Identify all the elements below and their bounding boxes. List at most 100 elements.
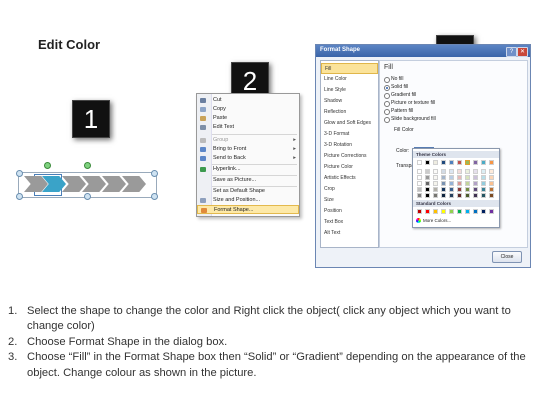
theme-color-swatch[interactable] bbox=[465, 160, 470, 165]
theme-color-swatch[interactable] bbox=[417, 187, 422, 192]
theme-color-swatch[interactable] bbox=[481, 175, 486, 180]
theme-color-swatch[interactable] bbox=[425, 181, 430, 186]
nav-item-artistic-effects[interactable]: Artistic Effects bbox=[321, 173, 378, 184]
theme-color-swatch[interactable] bbox=[465, 181, 470, 186]
theme-color-swatch[interactable] bbox=[417, 175, 422, 180]
theme-color-swatch[interactable] bbox=[489, 187, 494, 192]
theme-color-swatch[interactable] bbox=[417, 181, 422, 186]
theme-color-swatch[interactable] bbox=[489, 181, 494, 186]
theme-color-swatch[interactable] bbox=[481, 187, 486, 192]
theme-color-swatch[interactable] bbox=[465, 193, 470, 198]
theme-color-swatch[interactable] bbox=[473, 193, 478, 198]
nav-item-size[interactable]: Size bbox=[321, 195, 378, 206]
theme-color-swatch[interactable] bbox=[441, 175, 446, 180]
nav-item-reflection[interactable]: Reflection bbox=[321, 107, 378, 118]
menu-item-cut[interactable]: Cut bbox=[197, 96, 299, 105]
theme-color-swatch[interactable] bbox=[433, 169, 438, 174]
theme-color-swatch[interactable] bbox=[457, 175, 462, 180]
theme-color-swatch[interactable] bbox=[433, 175, 438, 180]
menu-item-group[interactable]: Group ▸ bbox=[197, 136, 299, 145]
theme-color-swatch[interactable] bbox=[457, 160, 462, 165]
menu-item-set-default-shape[interactable]: Set as Default Shape bbox=[197, 187, 299, 196]
theme-color-swatch[interactable] bbox=[441, 193, 446, 198]
standard-color-swatch[interactable] bbox=[489, 209, 494, 214]
radio-button[interactable] bbox=[384, 93, 390, 99]
menu-item-edit-text[interactable]: Edit Text bbox=[197, 123, 299, 132]
radio-button[interactable] bbox=[384, 85, 390, 91]
theme-color-swatch[interactable] bbox=[465, 187, 470, 192]
theme-color-swatch[interactable] bbox=[441, 169, 446, 174]
theme-color-swatch[interactable] bbox=[425, 175, 430, 180]
theme-color-swatch[interactable] bbox=[489, 169, 494, 174]
theme-color-swatch[interactable] bbox=[425, 160, 430, 165]
nav-item-position[interactable]: Position bbox=[321, 206, 378, 217]
theme-color-swatch[interactable] bbox=[441, 181, 446, 186]
menu-item-hyperlink[interactable]: Hyperlink... bbox=[197, 165, 299, 174]
resize-handle[interactable] bbox=[84, 193, 91, 200]
theme-color-swatch[interactable] bbox=[457, 193, 462, 198]
menu-item-size-and-position[interactable]: Size and Position... bbox=[197, 196, 299, 205]
help-icon[interactable]: ? bbox=[506, 47, 517, 57]
theme-color-swatch[interactable] bbox=[465, 169, 470, 174]
theme-color-swatch[interactable] bbox=[433, 181, 438, 186]
chevron-shape-group[interactable] bbox=[16, 162, 158, 202]
nav-item-alt-text[interactable]: Alt Text bbox=[321, 228, 378, 239]
theme-color-swatch[interactable] bbox=[457, 181, 462, 186]
nav-item-line-color[interactable]: Line Color bbox=[321, 74, 378, 85]
theme-color-swatch[interactable] bbox=[489, 175, 494, 180]
resize-handle[interactable] bbox=[151, 170, 158, 177]
nav-item-3d-format[interactable]: 3-D Format bbox=[321, 129, 378, 140]
theme-color-swatch[interactable] bbox=[481, 160, 486, 165]
standard-color-swatch[interactable] bbox=[465, 209, 470, 214]
theme-color-swatch[interactable] bbox=[449, 187, 454, 192]
standard-color-swatch[interactable] bbox=[449, 209, 454, 214]
theme-color-swatch[interactable] bbox=[417, 169, 422, 174]
rotation-handle[interactable] bbox=[44, 162, 51, 169]
nav-item-shadow[interactable]: Shadow bbox=[321, 96, 378, 107]
menu-item-format-shape[interactable]: Format Shape... bbox=[197, 205, 299, 214]
theme-color-swatch[interactable] bbox=[441, 160, 446, 165]
menu-item-bring-to-front[interactable]: Bring to Front ▸ bbox=[197, 145, 299, 154]
standard-color-swatch[interactable] bbox=[473, 209, 478, 214]
radio-button[interactable] bbox=[384, 101, 390, 107]
theme-color-swatch[interactable] bbox=[481, 193, 486, 198]
standard-color-swatch[interactable] bbox=[457, 209, 462, 214]
theme-color-swatch[interactable] bbox=[425, 169, 430, 174]
standard-color-swatch[interactable] bbox=[433, 209, 438, 214]
radio-button[interactable] bbox=[384, 117, 390, 123]
theme-color-swatch[interactable] bbox=[449, 193, 454, 198]
theme-color-swatch[interactable] bbox=[481, 169, 486, 174]
theme-color-swatch[interactable] bbox=[473, 169, 478, 174]
theme-color-swatch[interactable] bbox=[417, 160, 422, 165]
theme-color-swatch[interactable] bbox=[473, 175, 478, 180]
menu-item-copy[interactable]: Copy bbox=[197, 105, 299, 114]
theme-color-swatch[interactable] bbox=[489, 193, 494, 198]
theme-color-swatch[interactable] bbox=[449, 181, 454, 186]
standard-color-swatch[interactable] bbox=[441, 209, 446, 214]
theme-color-swatch[interactable] bbox=[481, 181, 486, 186]
resize-handle[interactable] bbox=[151, 193, 158, 200]
theme-color-swatch[interactable] bbox=[473, 187, 478, 192]
menu-item-send-to-back[interactable]: Send to Back ▸ bbox=[197, 154, 299, 163]
standard-color-swatch[interactable] bbox=[417, 209, 422, 214]
theme-color-swatch[interactable] bbox=[433, 193, 438, 198]
theme-color-swatch[interactable] bbox=[465, 175, 470, 180]
rotation-handle[interactable] bbox=[84, 162, 91, 169]
menu-item-paste[interactable]: Paste bbox=[197, 114, 299, 123]
resize-handle[interactable] bbox=[16, 193, 23, 200]
radio-button[interactable] bbox=[384, 109, 390, 115]
theme-color-swatch[interactable] bbox=[457, 169, 462, 174]
close-button[interactable]: Close bbox=[492, 251, 522, 263]
theme-color-swatch[interactable] bbox=[473, 160, 478, 165]
theme-color-swatch[interactable] bbox=[441, 187, 446, 192]
standard-color-swatch[interactable] bbox=[481, 209, 486, 214]
theme-color-swatch[interactable] bbox=[449, 175, 454, 180]
close-icon[interactable]: ✕ bbox=[517, 47, 528, 57]
nav-item-crop[interactable]: Crop bbox=[321, 184, 378, 195]
nav-item-picture-corrections[interactable]: Picture Corrections bbox=[321, 151, 378, 162]
theme-color-swatch[interactable] bbox=[489, 160, 494, 165]
theme-color-swatch[interactable] bbox=[449, 169, 454, 174]
standard-color-swatch[interactable] bbox=[425, 209, 430, 214]
nav-item-glow[interactable]: Glow and Soft Edges bbox=[321, 118, 378, 129]
theme-color-swatch[interactable] bbox=[449, 160, 454, 165]
